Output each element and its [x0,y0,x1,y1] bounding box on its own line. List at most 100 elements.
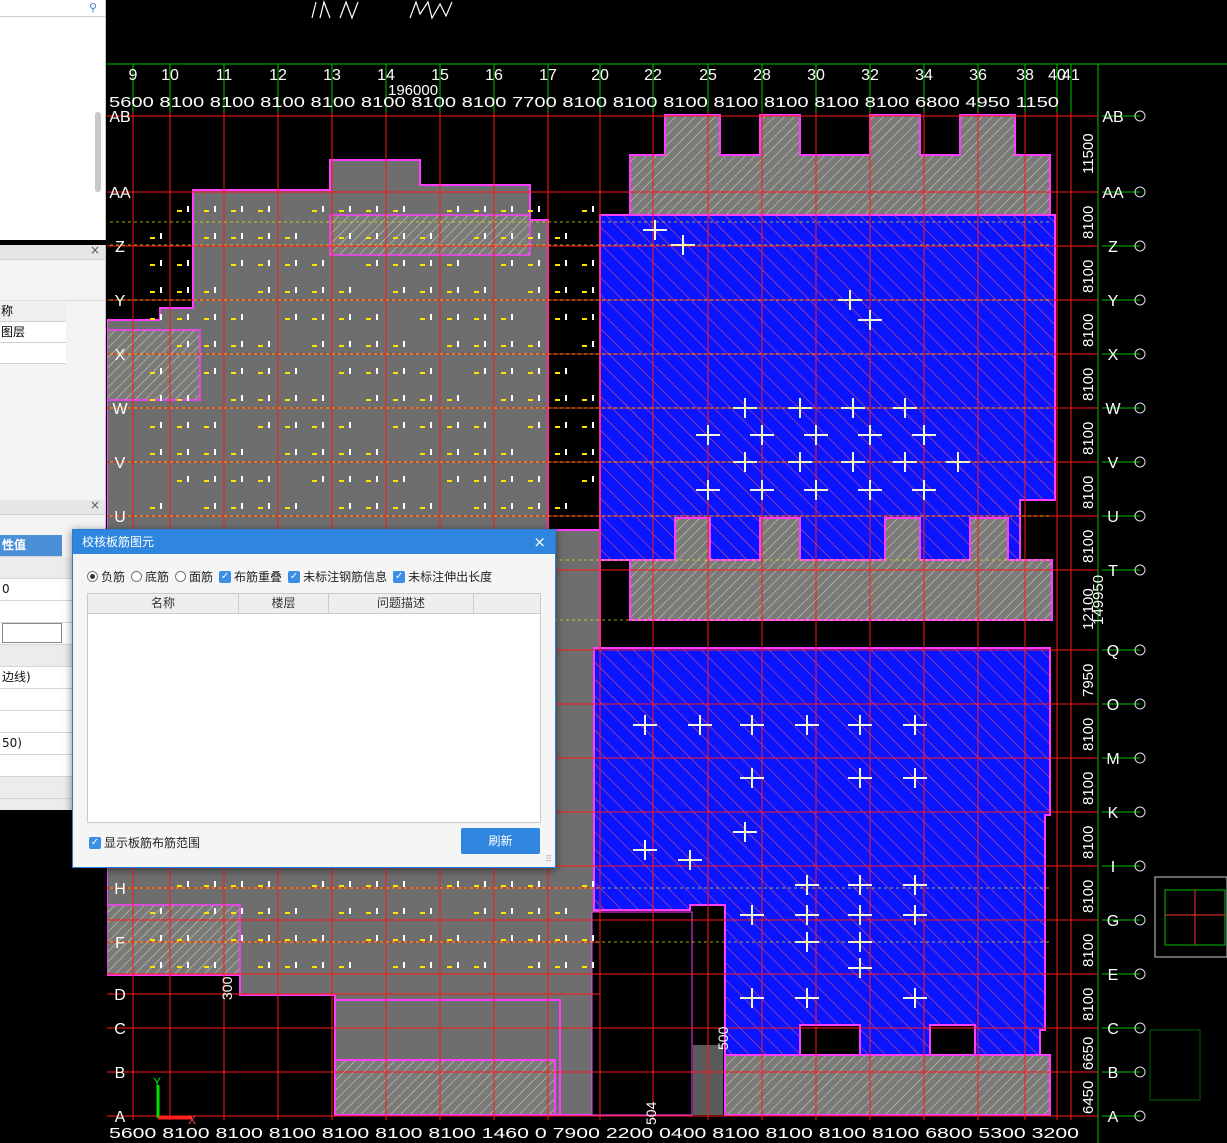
drawing-list-panel: ⚲ [0,0,106,240]
rebar-mark [160,287,162,293]
rebar-mark [231,264,236,266]
results-table-header: 名称 楼层 问题描述 [88,594,540,614]
check-unlabeled-extension-length[interactable]: ✓ 未标注伸出长度 [393,568,492,585]
checkbox-checked-icon[interactable]: ✓ [219,570,232,583]
radio-indicator[interactable] [87,571,98,582]
checkbox-checked-icon[interactable]: ✓ [393,570,406,583]
column-header-name[interactable]: 名称 [88,594,239,613]
rebar-mark [474,237,479,239]
dialog-title-bar[interactable]: 校核板筋图元 × [73,530,555,554]
column-header-issue[interactable]: 问题描述 [329,594,474,613]
results-table[interactable]: 名称 楼层 问题描述 [87,593,541,823]
close-icon[interactable]: × [90,245,100,257]
rebar-mark [349,881,351,887]
axis-label: V [1108,455,1119,472]
rebar-mark [592,395,594,401]
close-icon[interactable]: × [90,500,100,512]
rebar-mark [349,908,351,914]
search-input[interactable]: ⚲ [0,0,105,17]
rebar-mark [204,372,209,374]
rebar-mark [511,395,513,401]
rebar-mark [285,291,290,293]
vertical-scrollbar[interactable] [95,112,101,192]
axis-label: B [1108,1065,1119,1082]
rebar-mark [285,399,290,401]
right-dimension: 8100 [1080,260,1097,293]
radio-negative-rebar[interactable]: 负筋 [87,568,125,585]
rebar-mark [241,206,243,212]
radio-bottom-rebar[interactable]: 底筋 [131,568,169,585]
rebar-mark [258,345,263,347]
axis-label: AB [109,109,130,126]
rebar-mark [241,476,243,482]
rebar-mark [231,912,236,914]
rebar-mark [403,476,405,482]
right-axis-bubble: AB [1102,109,1146,126]
radio-indicator[interactable] [175,571,187,582]
axis-label: 30 [807,67,825,84]
rebar-mark [528,507,533,509]
layer-row[interactable]: 图层 [0,322,66,343]
refresh-button[interactable]: 刷新 [461,828,540,854]
rebar-mark [187,206,189,212]
axis-label: W [1105,401,1121,418]
checkbox-checked-icon[interactable]: ✓ [89,836,101,849]
axis-label: 41 [1062,67,1080,84]
axis-label: C [1107,1021,1119,1038]
checkbox-checked-icon[interactable]: ✓ [288,570,301,583]
axis-label: E [1108,967,1119,984]
rebar-mark [393,210,398,212]
rebar-mark [160,368,162,374]
check-rebar-overlap[interactable]: ✓ 布筋重叠 [219,568,282,585]
layer-row[interactable] [0,343,66,364]
rebar-mark [501,507,506,509]
rebar-mark [231,939,236,941]
rebar-mark [349,503,351,509]
rebar-mark [339,885,344,887]
rebar-mark [457,935,459,941]
rebar-mark [177,480,182,482]
rebar-mark [258,885,263,887]
rebar-mark [366,264,371,266]
rebar-mark [582,318,587,320]
rebar-mark [231,210,236,212]
rebar-mark [447,210,452,212]
top-total-dimension: 196000 [388,82,438,99]
rebar-mark [241,233,243,239]
rebar-mark [565,314,567,320]
rebar-mark [565,449,567,455]
rebar-mark [241,449,243,455]
rebar-mark [187,395,189,401]
rebar-mark [285,372,290,374]
rebar-mark [393,399,398,401]
rebar-mark [339,912,344,914]
rebar-mark [430,935,432,941]
right-dimension: 8100 [1080,826,1097,859]
rebar-mark [511,881,513,887]
rebar-mark [231,399,236,401]
dialog-title: 校核板筋图元 [82,535,155,549]
checkbox-label: 布筋重叠 [234,570,283,584]
radio-top-rebar[interactable]: 面筋 [175,568,213,585]
rebar-mark [150,318,155,320]
rebar-mark [285,912,290,914]
rebar-mark [511,206,513,212]
rebar-mark [484,314,486,320]
right-axis-bubble: Y [1102,293,1146,310]
rebar-mark [501,912,506,914]
close-icon[interactable]: × [533,530,546,554]
rebar-mark [204,426,209,428]
resize-grip-icon[interactable]: ⠿ [545,855,552,865]
check-unlabeled-rebar-info[interactable]: ✓ 未标注钢筋信息 [288,568,387,585]
property-edit-field[interactable] [2,623,62,643]
search-icon[interactable]: ⚲ [89,1,97,14]
rebar-mark [187,422,189,428]
rebar-mark [511,314,513,320]
check-show-rebar-range[interactable]: ✓ 显示板筋布筋范围 [89,834,200,851]
rebar-mark [447,318,452,320]
right-axis-bubble: K [1102,805,1146,822]
rebar-mark [501,453,506,455]
rebar-mark [582,885,587,887]
column-header-floor[interactable]: 楼层 [239,594,329,613]
radio-indicator[interactable] [131,571,143,582]
